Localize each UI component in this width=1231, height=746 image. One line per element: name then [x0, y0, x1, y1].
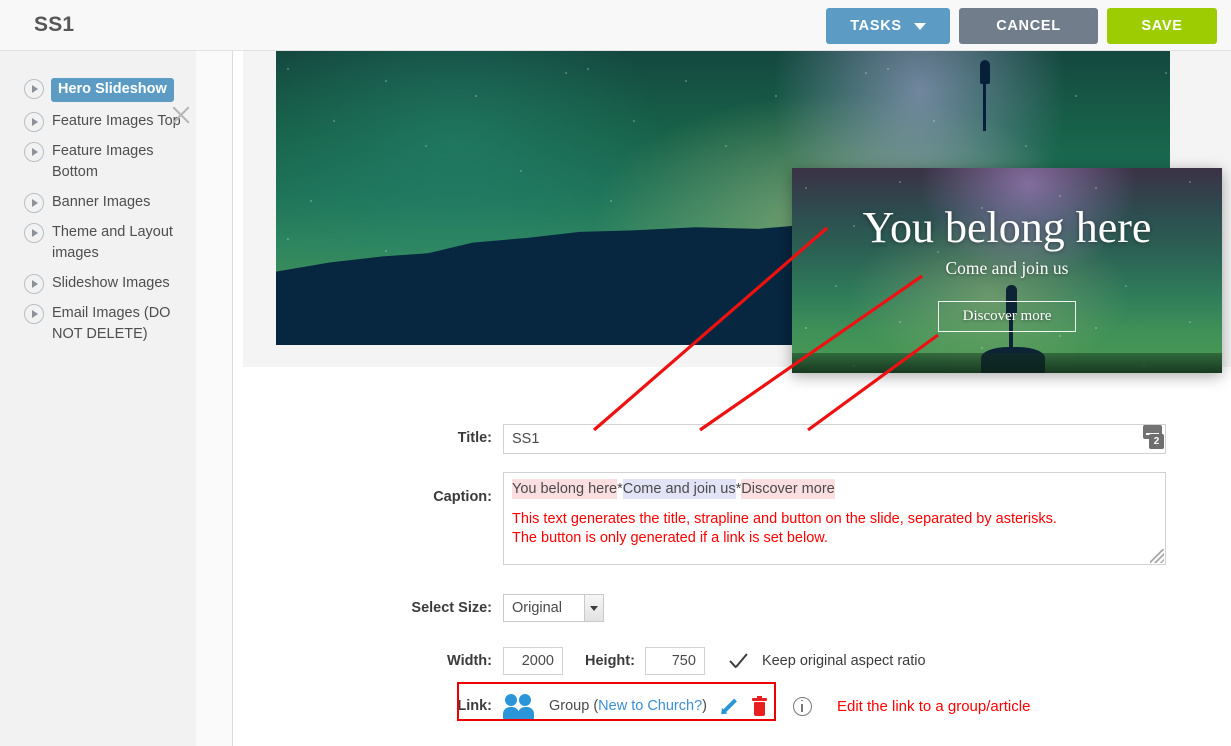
width-label: Width:	[447, 653, 492, 669]
application-window: SS1 TASKS CANCEL SAVE Hero Slideshow Feat…	[0, 0, 1231, 746]
slide-strapline: Come and join us	[945, 258, 1069, 278]
sidebar-item-3[interactable]: Banner Images	[24, 192, 189, 213]
play-circle-icon[interactable]	[24, 274, 44, 294]
link-target-anchor[interactable]: New to Church?	[598, 698, 702, 714]
title-label: Title:	[457, 430, 492, 446]
trash-body	[753, 701, 765, 716]
tasks-button-label: TASKS	[850, 18, 902, 34]
info-icon[interactable]	[792, 696, 812, 716]
sidebar-item-5[interactable]: Slideshow Images	[24, 273, 189, 294]
sidebar-item-label: Banner Images	[52, 194, 151, 210]
caption-segment-2: Come and join us	[622, 479, 736, 499]
link-annotation: Edit the link to a group/article	[836, 697, 1031, 715]
caption-label: Caption:	[433, 489, 492, 505]
caption-segment-0: You belong here	[512, 479, 618, 499]
link-value: Group (New to Church?)	[549, 698, 707, 714]
title-row: Title:	[233, 424, 1231, 454]
sidebar-item-label: Feature Images Bottom	[52, 143, 154, 180]
person-head	[979, 59, 990, 84]
slide-title: You belong here	[862, 203, 1152, 252]
group-icon-body-right	[518, 707, 534, 719]
trash-lid	[751, 697, 767, 701]
dimensions-row: Width: Height: Keep original aspect rati…	[233, 647, 1231, 675]
height-label: Height:	[585, 653, 635, 669]
sidebar-item-2[interactable]: Feature Images Bottom	[24, 141, 189, 183]
caption-value: You belong here*Come and join us*Discove…	[512, 479, 1157, 499]
sidebar-item-4[interactable]: Theme and Layout images	[24, 222, 189, 264]
play-circle-icon[interactable]	[24, 79, 44, 99]
sidebar-item-label: Hero Slideshow	[51, 78, 174, 102]
sidebar-item-0[interactable]: Hero Slideshow	[24, 78, 189, 102]
link-label: Link:	[457, 698, 492, 714]
link-row: Link: Group (New to Church?) Edit the li…	[233, 682, 1231, 721]
group-icon-head-left	[505, 694, 517, 706]
check-icon[interactable]	[727, 649, 753, 673]
select-size-dropdown[interactable]: Original	[503, 594, 604, 622]
sidebar-item-6[interactable]: Email Images (DO NOT DELETE)	[24, 303, 189, 345]
sidebar-item-label: Slideshow Images	[52, 275, 170, 291]
caption-help-annotation: This text generates the title, strapline…	[512, 511, 1057, 546]
group-icon-head-right	[519, 694, 531, 706]
translation-icon-badge: 2	[1149, 434, 1164, 449]
slide-cta-button[interactable]: Discover more	[937, 301, 1077, 332]
select-size-label: Select Size:	[411, 600, 492, 616]
image-folder-tree: Hero Slideshow Feature Images Top Feature …	[24, 78, 189, 354]
slide-text-block: You belong here Come and join us Discove…	[792, 168, 1222, 373]
caption-segment-1: *	[617, 481, 623, 497]
caption-segment-4: Discover more	[741, 479, 835, 499]
group-icon-body-left	[503, 707, 519, 719]
width-input[interactable]	[503, 647, 563, 675]
keep-aspect-ratio-label: Keep original aspect ratio	[761, 653, 926, 669]
cancel-button[interactable]: CANCEL	[959, 8, 1098, 44]
app-header: SS1 TASKS CANCEL SAVE	[0, 0, 1231, 51]
group-people-icon	[503, 694, 541, 719]
caption-row: Caption: You belong here*Come and join u…	[233, 472, 1231, 565]
play-circle-icon[interactable]	[24, 112, 44, 132]
title-input[interactable]	[503, 424, 1166, 454]
translation-icon[interactable]: 2	[1142, 425, 1167, 450]
play-circle-icon[interactable]	[24, 304, 44, 324]
tasks-button[interactable]: TASKS	[826, 8, 950, 44]
sidebar-item-label: Feature Images Top	[52, 113, 181, 129]
main-content: You belong here Come and join us Discove…	[233, 51, 1231, 746]
sidebar-item-1[interactable]: Feature Images Top	[24, 111, 189, 132]
edit-pencil-icon[interactable]	[719, 696, 739, 716]
save-button[interactable]: SAVE	[1107, 8, 1217, 44]
select-size-row: Select Size: Original	[233, 594, 1231, 622]
person-legs	[982, 82, 986, 131]
select-size-value: Original	[512, 600, 562, 616]
chevron-down-icon	[913, 22, 926, 30]
chevron-down-icon	[584, 595, 603, 621]
sidebar-item-label: Email Images (DO NOT DELETE)	[52, 305, 171, 342]
header-action-buttons: TASKS CANCEL SAVE	[826, 8, 1217, 44]
play-circle-icon[interactable]	[24, 223, 44, 243]
link-value-suffix: )	[702, 698, 707, 714]
delete-trash-icon[interactable]	[751, 695, 769, 717]
sidebar: Hero Slideshow Feature Images Top Feature …	[0, 51, 233, 746]
play-circle-icon[interactable]	[24, 193, 44, 213]
height-input[interactable]	[644, 647, 705, 675]
slide-preview-overlay[interactable]: You belong here Come and join us Discove…	[792, 168, 1222, 373]
link-value-prefix: Group (	[549, 698, 599, 714]
sidebar-item-label: Theme and Layout images	[52, 224, 173, 261]
play-circle-icon[interactable]	[24, 142, 44, 162]
textarea-resize-handle[interactable]	[1150, 549, 1164, 563]
page-title: SS1	[34, 13, 75, 36]
caption-textarea[interactable]: You belong here*Come and join us*Discove…	[503, 472, 1166, 565]
close-icon[interactable]	[170, 104, 192, 126]
